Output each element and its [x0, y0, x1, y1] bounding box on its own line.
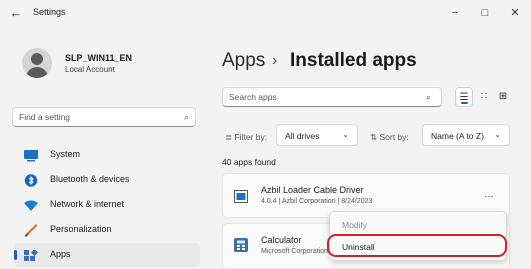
sidebar-item-label: Apps	[50, 249, 71, 259]
more-options-button[interactable]: …	[484, 189, 495, 200]
app-name: Calculator	[261, 235, 302, 245]
search-icon[interactable]: ⌕	[426, 92, 431, 103]
uninstall-highlight	[327, 234, 507, 257]
back-arrow-icon[interactable]: ←	[8, 5, 24, 21]
sidebar-item-apps[interactable]: Apps	[14, 243, 200, 267]
sidebar-item-network[interactable]: Network & internet	[14, 193, 200, 217]
search-apps-input[interactable]	[229, 92, 409, 102]
minimize-button[interactable]: −	[440, 2, 470, 24]
apps-count: 40 apps found	[222, 157, 276, 167]
chevron-down-icon: ⌄	[342, 130, 349, 139]
tile-view-button[interactable]: ⊞	[494, 87, 512, 107]
app-meta: Microsoft Corporation	[261, 248, 328, 255]
menu-item-modify: Modify	[342, 220, 368, 230]
breadcrumb-apps[interactable]: Apps	[222, 50, 265, 72]
grid-view-icon: ∷	[480, 91, 488, 102]
avatar[interactable]	[22, 48, 52, 78]
sort-value: Name (A to Z)	[431, 131, 484, 141]
close-button[interactable]: ✕	[500, 2, 530, 24]
chevron-down-icon: ⌄	[494, 130, 501, 139]
selection-indicator	[14, 250, 17, 260]
sidebar-item-label: System	[50, 149, 81, 159]
grid-view-button[interactable]: ∷	[475, 87, 493, 107]
maximize-button[interactable]: □	[470, 2, 500, 24]
sidebar-item-bluetooth[interactable]: Bluetooth & devices	[14, 168, 200, 192]
window-title: Settings	[33, 7, 66, 17]
search-icon[interactable]: ⌕	[184, 112, 189, 123]
tile-view-icon: ⊞	[498, 91, 508, 102]
page-title: Installed apps	[290, 50, 417, 71]
filter-dropdown[interactable]: All drives ⌄	[276, 124, 358, 146]
user-name: SLP_WIN11_EN	[65, 53, 133, 63]
sidebar-item-label: Bluetooth & devices	[50, 174, 130, 184]
sidebar-item-personalization[interactable]: Personalization	[14, 218, 200, 242]
brush-icon	[24, 224, 38, 237]
list-view-button[interactable]: ☰	[455, 87, 473, 107]
filter-label: ≣ Filter by:	[225, 132, 268, 142]
search-apps-box[interactable]: ⌕	[222, 87, 442, 107]
apps-icon	[24, 248, 39, 261]
breadcrumb-separator: ›	[272, 52, 278, 69]
sidebar-item-label: Network & internet	[50, 199, 125, 209]
account-type: Local Account	[65, 65, 115, 74]
monitor-icon	[24, 149, 38, 162]
find-setting-box[interactable]: ⌕	[12, 107, 196, 127]
calculator-icon	[234, 238, 248, 252]
driver-icon	[234, 190, 248, 203]
find-setting-input[interactable]	[19, 112, 169, 122]
bluetooth-icon	[24, 174, 38, 187]
app-name: Azbil Loader Cable Driver	[261, 185, 364, 195]
sort-label: ⇅ Sort by:	[370, 132, 409, 142]
filter-value: All drives	[285, 131, 320, 141]
sidebar-item-system[interactable]: System	[14, 143, 200, 167]
wifi-icon	[24, 199, 38, 211]
sort-dropdown[interactable]: Name (A to Z) ⌄	[422, 124, 510, 146]
app-meta: 4.0.4 | Azbil Corporation | 8/24/2023	[261, 198, 373, 205]
sidebar-item-label: Personalization	[50, 224, 112, 234]
